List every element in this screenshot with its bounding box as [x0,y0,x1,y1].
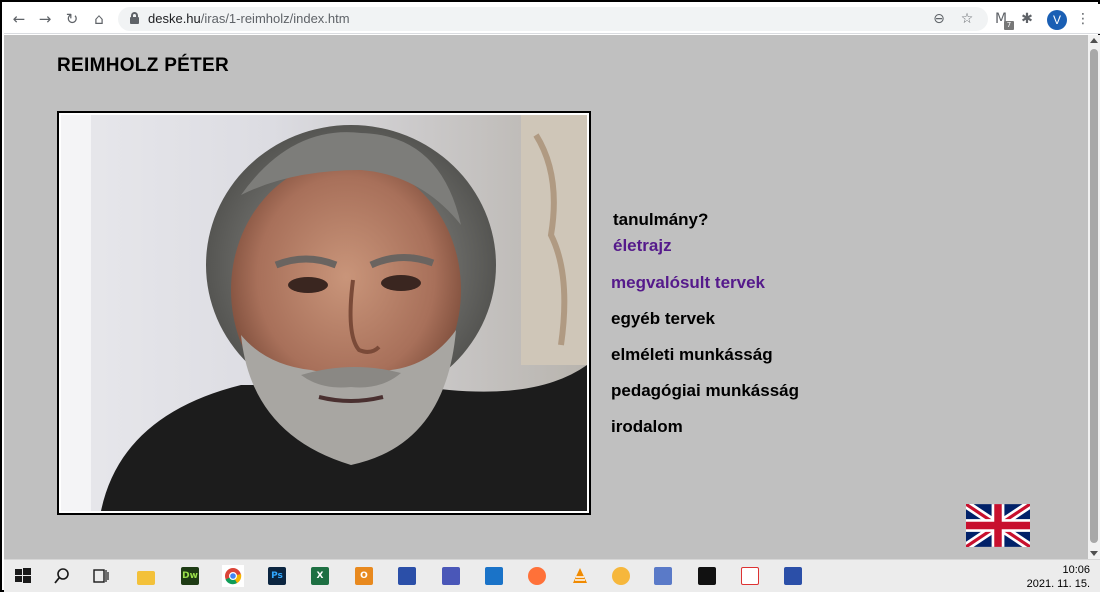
portrait-photo [57,111,591,515]
zoom-icon[interactable]: ⊖ [928,8,950,30]
browser-toolbar: ← → ↻ ⌂ deske.hu/iras/1-reimholz/index.h… [4,4,1100,34]
vlc-icon[interactable] [569,565,591,587]
page-title: REIMHOLZ PÉTER [57,55,230,76]
system-clock[interactable]: 10:06 2021. 11. 15. [1027,563,1090,591]
clock-time: 10:06 [1062,564,1090,576]
portrait-illustration [61,115,587,511]
url-text[interactable]: deske.hu/iras/1-reimholz/index.htm [148,11,350,26]
windows-start-icon[interactable] [12,565,34,587]
vertical-scrollbar[interactable] [1088,35,1100,559]
extensions-puzzle-icon[interactable]: ✱ [1016,8,1038,30]
chrome-icon[interactable] [222,565,244,587]
forward-icon[interactable]: → [34,8,56,30]
nav-link-pedagogiai-munkassag[interactable]: pedagógiai munkásság [611,381,799,401]
nav-link-eletrajz[interactable]: életrajz [613,236,672,256]
task-view-icon[interactable] [90,565,112,587]
profile-avatar[interactable]: V [1047,10,1067,30]
back-icon[interactable]: ← [8,8,30,30]
network-icon[interactable] [652,565,674,587]
nav-link-elmeleti-munkassag[interactable]: elméleti munkásság [611,345,773,365]
outlook-icon[interactable]: O [353,565,375,587]
page-viewport: REIMHOLZ PÉTER tanulmány? életrajz megva… [4,35,1100,559]
lock-icon[interactable] [130,12,139,24]
dreamweaver-icon[interactable]: Dw [179,565,201,587]
reload-icon[interactable]: ↻ [61,8,83,30]
scroll-thumb[interactable] [1090,49,1098,543]
floppy-icon[interactable] [396,565,418,587]
photoshop-icon[interactable]: Ps [266,565,288,587]
nav-link-irodalom[interactable]: irodalom [611,417,683,437]
outlook-2-icon[interactable] [440,565,462,587]
uk-flag-icon[interactable] [966,504,1030,547]
gmail-extension-icon[interactable]: M7 [990,8,1014,30]
search-icon[interactable] [51,565,73,587]
nav-link-egyeb-tervek[interactable]: egyéb tervek [611,309,715,329]
nav-link-megvalosult-tervek[interactable]: megvalósult tervek [611,273,765,293]
java-icon[interactable] [739,565,761,587]
media-player-icon[interactable] [610,565,632,587]
scroll-down-arrow-icon[interactable] [1090,551,1098,556]
menu-kebab-icon[interactable]: ⋮ [1072,8,1094,30]
home-icon[interactable]: ⌂ [88,8,110,30]
bookmark-star-icon[interactable]: ☆ [956,8,978,30]
nav-link-tanulmany[interactable]: tanulmány? [613,210,708,230]
file-explorer-icon[interactable] [135,565,157,587]
floppy-2-icon[interactable] [782,565,804,587]
terminal-icon[interactable] [696,565,718,587]
scroll-up-arrow-icon[interactable] [1090,38,1098,43]
portrait-image [61,115,587,511]
address-bar[interactable]: deske.hu/iras/1-reimholz/index.htm ⊖ ☆ [118,7,988,31]
excel-icon[interactable]: X [309,565,331,587]
snipping-tool-icon[interactable] [483,565,505,587]
firefox-icon[interactable] [526,565,548,587]
clock-date: 2021. 11. 15. [1026,578,1090,590]
taskbar: Dw Ps X O 10:06 2021. 11. 15. [4,559,1100,592]
window-frame: ← → ↻ ⌂ deske.hu/iras/1-reimholz/index.h… [0,0,1100,592]
